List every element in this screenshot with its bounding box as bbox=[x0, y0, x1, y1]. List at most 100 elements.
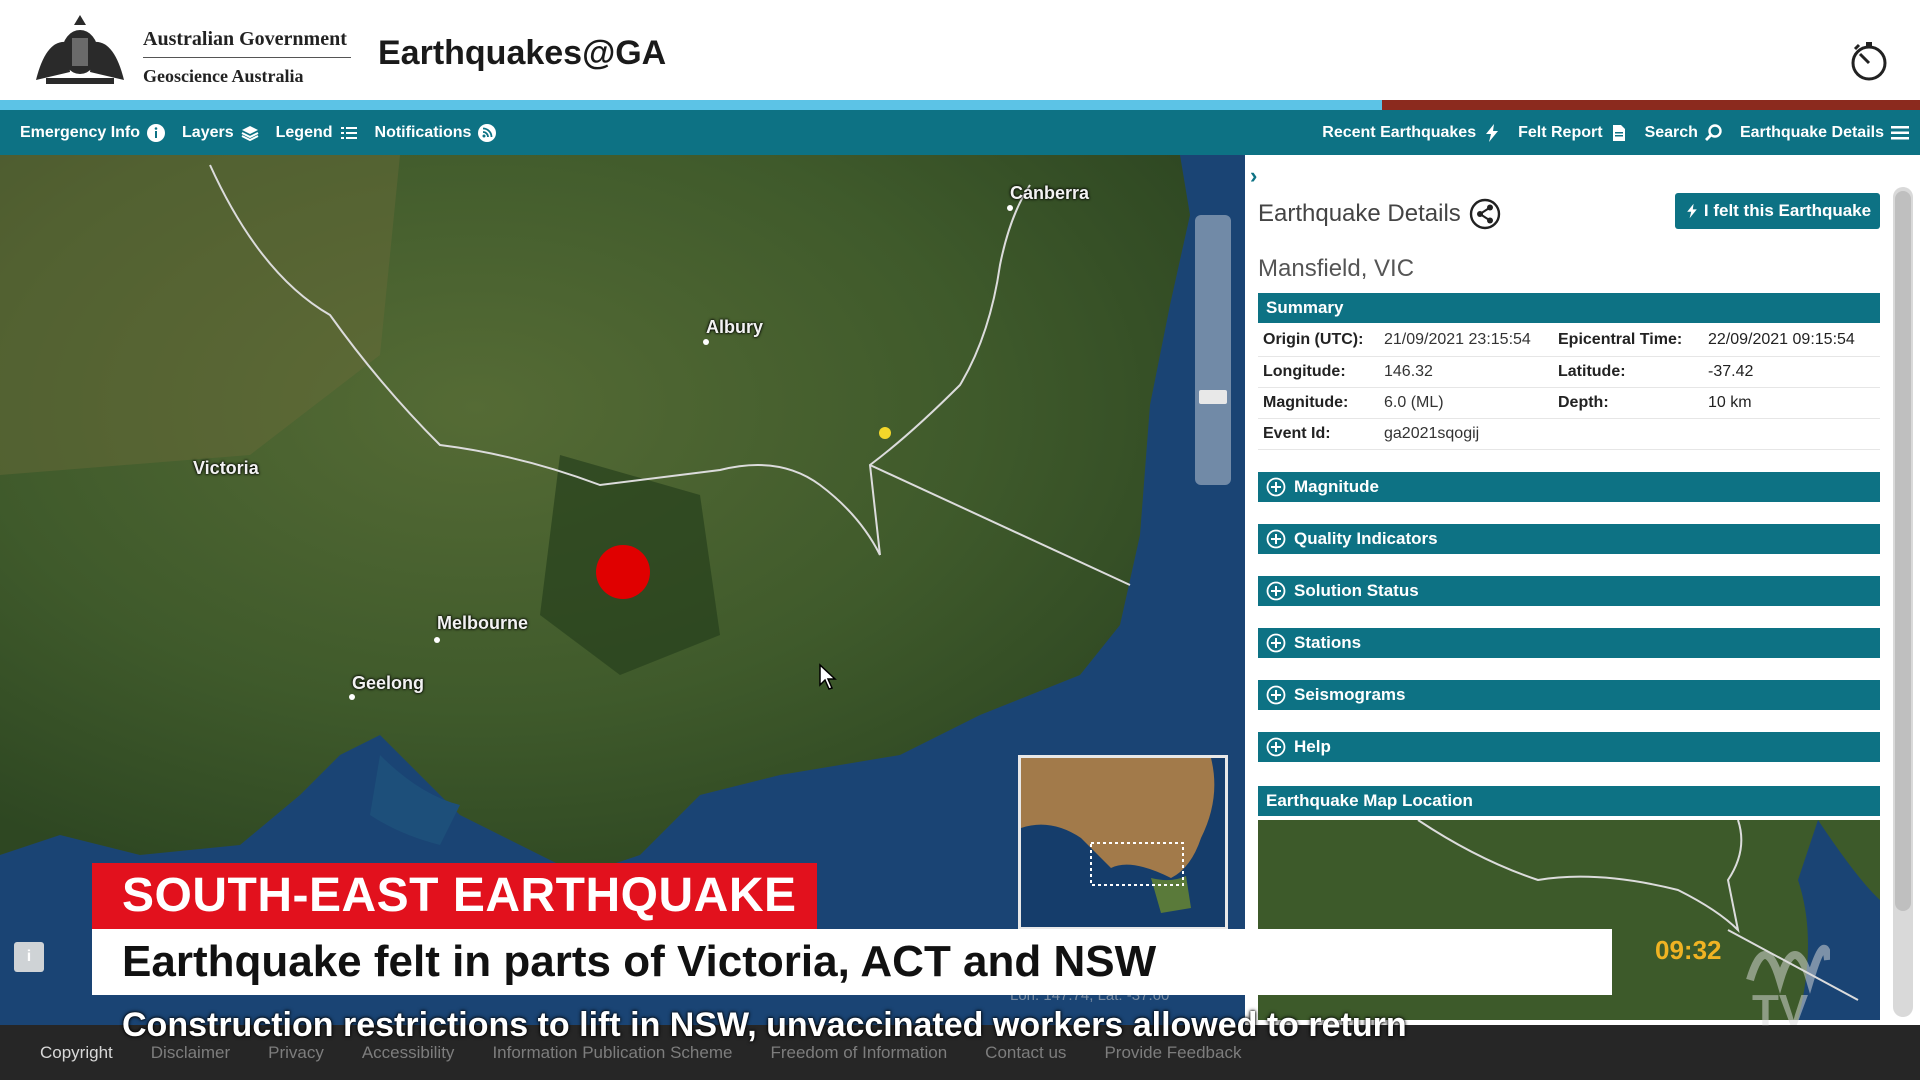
expand-plus-icon bbox=[1266, 477, 1286, 497]
main-navbar: Emergency Info Layers Legend Notificatio… bbox=[0, 110, 1920, 155]
mouse-cursor-icon bbox=[819, 663, 837, 690]
nav-felt-report[interactable]: Felt Report bbox=[1518, 123, 1628, 143]
nav-notifications-label: Notifications bbox=[374, 123, 472, 141]
summary-key: Event Id: bbox=[1258, 418, 1379, 450]
section-label: Solution Status bbox=[1294, 581, 1419, 600]
map-location-header: Earthquake Map Location bbox=[1258, 786, 1880, 816]
nav-search-label: Search bbox=[1644, 123, 1698, 141]
map-location-label: Earthquake Map Location bbox=[1266, 791, 1473, 810]
summary-value: 10 km bbox=[1703, 387, 1880, 419]
summary-table: Origin (UTC): 21/09/2021 23:15:54 Epicen… bbox=[1258, 325, 1880, 450]
table-row: Origin (UTC): 21/09/2021 23:15:54 Epicen… bbox=[1258, 325, 1880, 357]
summary-key: Latitude: bbox=[1553, 356, 1703, 388]
section-magnitude[interactable]: Magnitude bbox=[1258, 472, 1880, 502]
section-label: Magnitude bbox=[1294, 477, 1379, 496]
summary-key bbox=[1553, 418, 1703, 450]
list-icon bbox=[340, 126, 357, 139]
nav-layers-label: Layers bbox=[182, 123, 234, 141]
load-progress-fill bbox=[0, 100, 1383, 110]
panel-scrollbar[interactable] bbox=[1893, 187, 1913, 1017]
summary-value: ga2021sqogij bbox=[1379, 418, 1553, 450]
nav-recent-earthquakes-label: Recent Earthquakes bbox=[1322, 123, 1477, 141]
summary-key: Magnitude: bbox=[1258, 387, 1379, 419]
summary-key: Epicentral Time: bbox=[1553, 325, 1703, 357]
summary-value bbox=[1703, 418, 1880, 450]
document-icon bbox=[1612, 124, 1625, 141]
nav-recent-earthquakes[interactable]: Recent Earthquakes bbox=[1322, 123, 1502, 143]
section-stations[interactable]: Stations bbox=[1258, 628, 1880, 658]
menu-icon bbox=[1891, 125, 1909, 139]
expand-plus-icon bbox=[1266, 581, 1286, 601]
map-label-canberra: Canberra bbox=[1010, 183, 1090, 203]
lightning-icon bbox=[1687, 203, 1697, 219]
collapse-panel-chevron-icon[interactable]: › bbox=[1250, 163, 1257, 189]
panel-scroll-thumb[interactable] bbox=[1895, 191, 1911, 911]
nav-search[interactable]: Search bbox=[1645, 123, 1724, 143]
load-progress-bar bbox=[0, 100, 1920, 110]
table-row: Magnitude: 6.0 (ML) Depth: 10 km bbox=[1258, 387, 1880, 419]
section-seismograms[interactable]: Seismograms bbox=[1258, 680, 1880, 710]
section-label: Help bbox=[1294, 737, 1331, 756]
nav-legend[interactable]: Legend bbox=[276, 123, 359, 143]
section-label: Quality Indicators bbox=[1294, 529, 1438, 548]
svg-text:TV: TV bbox=[1752, 986, 1809, 1030]
coat-of-arms-logo bbox=[36, 15, 124, 84]
table-row: Longitude: 146.32 Latitude: -37.42 bbox=[1258, 356, 1880, 388]
share-icon[interactable] bbox=[1469, 198, 1501, 230]
nav-felt-report-label: Felt Report bbox=[1518, 123, 1603, 141]
lightning-icon bbox=[1486, 123, 1499, 142]
timer-icon[interactable] bbox=[1848, 40, 1890, 82]
search-icon bbox=[1704, 123, 1722, 141]
site-header: Australian Government Geoscience Austral… bbox=[0, 0, 1920, 100]
summary-key: Origin (UTC): bbox=[1258, 325, 1379, 357]
expand-plus-icon bbox=[1266, 633, 1286, 653]
summary-value: -37.42 bbox=[1703, 356, 1880, 388]
nav-legend-label: Legend bbox=[275, 123, 333, 141]
section-help[interactable]: Help bbox=[1258, 732, 1880, 762]
government-branding: Australian Government Geoscience Austral… bbox=[143, 28, 351, 87]
news-headline: Earthquake felt in parts of Victoria, AC… bbox=[92, 929, 1612, 995]
page-title[interactable]: Earthquakes@GA bbox=[378, 34, 666, 73]
section-solution-status[interactable]: Solution Status bbox=[1258, 576, 1880, 606]
section-label: Stations bbox=[1294, 633, 1362, 652]
overview-inset-map[interactable] bbox=[1018, 755, 1228, 930]
summary-value: 6.0 (ML) bbox=[1379, 387, 1553, 419]
table-row: Event Id: ga2021sqogij bbox=[1258, 418, 1880, 450]
breaking-news-banner: SOUTH-EAST EARTHQUAKE bbox=[92, 863, 817, 929]
gov-line1: Australian Government bbox=[143, 28, 351, 58]
nav-notifications[interactable]: Notifications bbox=[375, 123, 498, 143]
overview-map-image bbox=[1021, 758, 1225, 927]
summary-key: Longitude: bbox=[1258, 356, 1379, 388]
expand-plus-icon bbox=[1266, 685, 1286, 705]
nav-emergency-info[interactable]: Emergency Info bbox=[20, 123, 166, 143]
zoom-slider-handle[interactable] bbox=[1199, 390, 1227, 404]
layers-icon bbox=[241, 125, 259, 141]
felt-earthquake-button-label: I felt this Earthquake bbox=[1703, 201, 1872, 220]
nav-earthquake-details[interactable]: Earthquake Details bbox=[1740, 123, 1910, 143]
earthquake-details-panel: › Earthquake Details I felt this Earthqu… bbox=[1245, 155, 1920, 1025]
summary-key: Depth: bbox=[1553, 387, 1703, 419]
map-label-geelong: Geelong bbox=[352, 673, 425, 693]
abc-tv-watermark-logo: TV bbox=[1746, 944, 1830, 1030]
map-label-albury: Albury bbox=[706, 317, 764, 337]
details-header: Earthquake Details bbox=[1258, 198, 1501, 230]
map-info-button[interactable]: i bbox=[14, 942, 44, 972]
event-location: Mansfield, VIC bbox=[1258, 255, 1415, 282]
summary-value: 22/09/2021 09:15:54 bbox=[1703, 325, 1880, 357]
nav-layers[interactable]: Layers bbox=[182, 123, 260, 143]
summary-label: Summary bbox=[1266, 298, 1344, 317]
news-ticker: Construction restrictions to lift in NSW… bbox=[122, 1006, 1407, 1044]
felt-earthquake-button[interactable]: I felt this Earthquake bbox=[1675, 193, 1880, 229]
nav-earthquake-details-label: Earthquake Details bbox=[1739, 123, 1884, 141]
broadcast-clock: 09:32 bbox=[1655, 935, 1722, 965]
details-title: Earthquake Details bbox=[1258, 200, 1461, 227]
summary-value: 146.32 bbox=[1379, 356, 1553, 388]
summary-header: Summary bbox=[1258, 293, 1880, 323]
section-quality-indicators[interactable]: Quality Indicators bbox=[1258, 524, 1880, 554]
map-label-melbourne: Melbourne bbox=[437, 613, 529, 633]
info-icon bbox=[147, 123, 166, 142]
section-label: Seismograms bbox=[1294, 685, 1406, 704]
expand-plus-icon bbox=[1266, 737, 1286, 757]
zoom-slider[interactable] bbox=[1195, 215, 1231, 485]
gov-line2: Geoscience Australia bbox=[143, 66, 304, 86]
